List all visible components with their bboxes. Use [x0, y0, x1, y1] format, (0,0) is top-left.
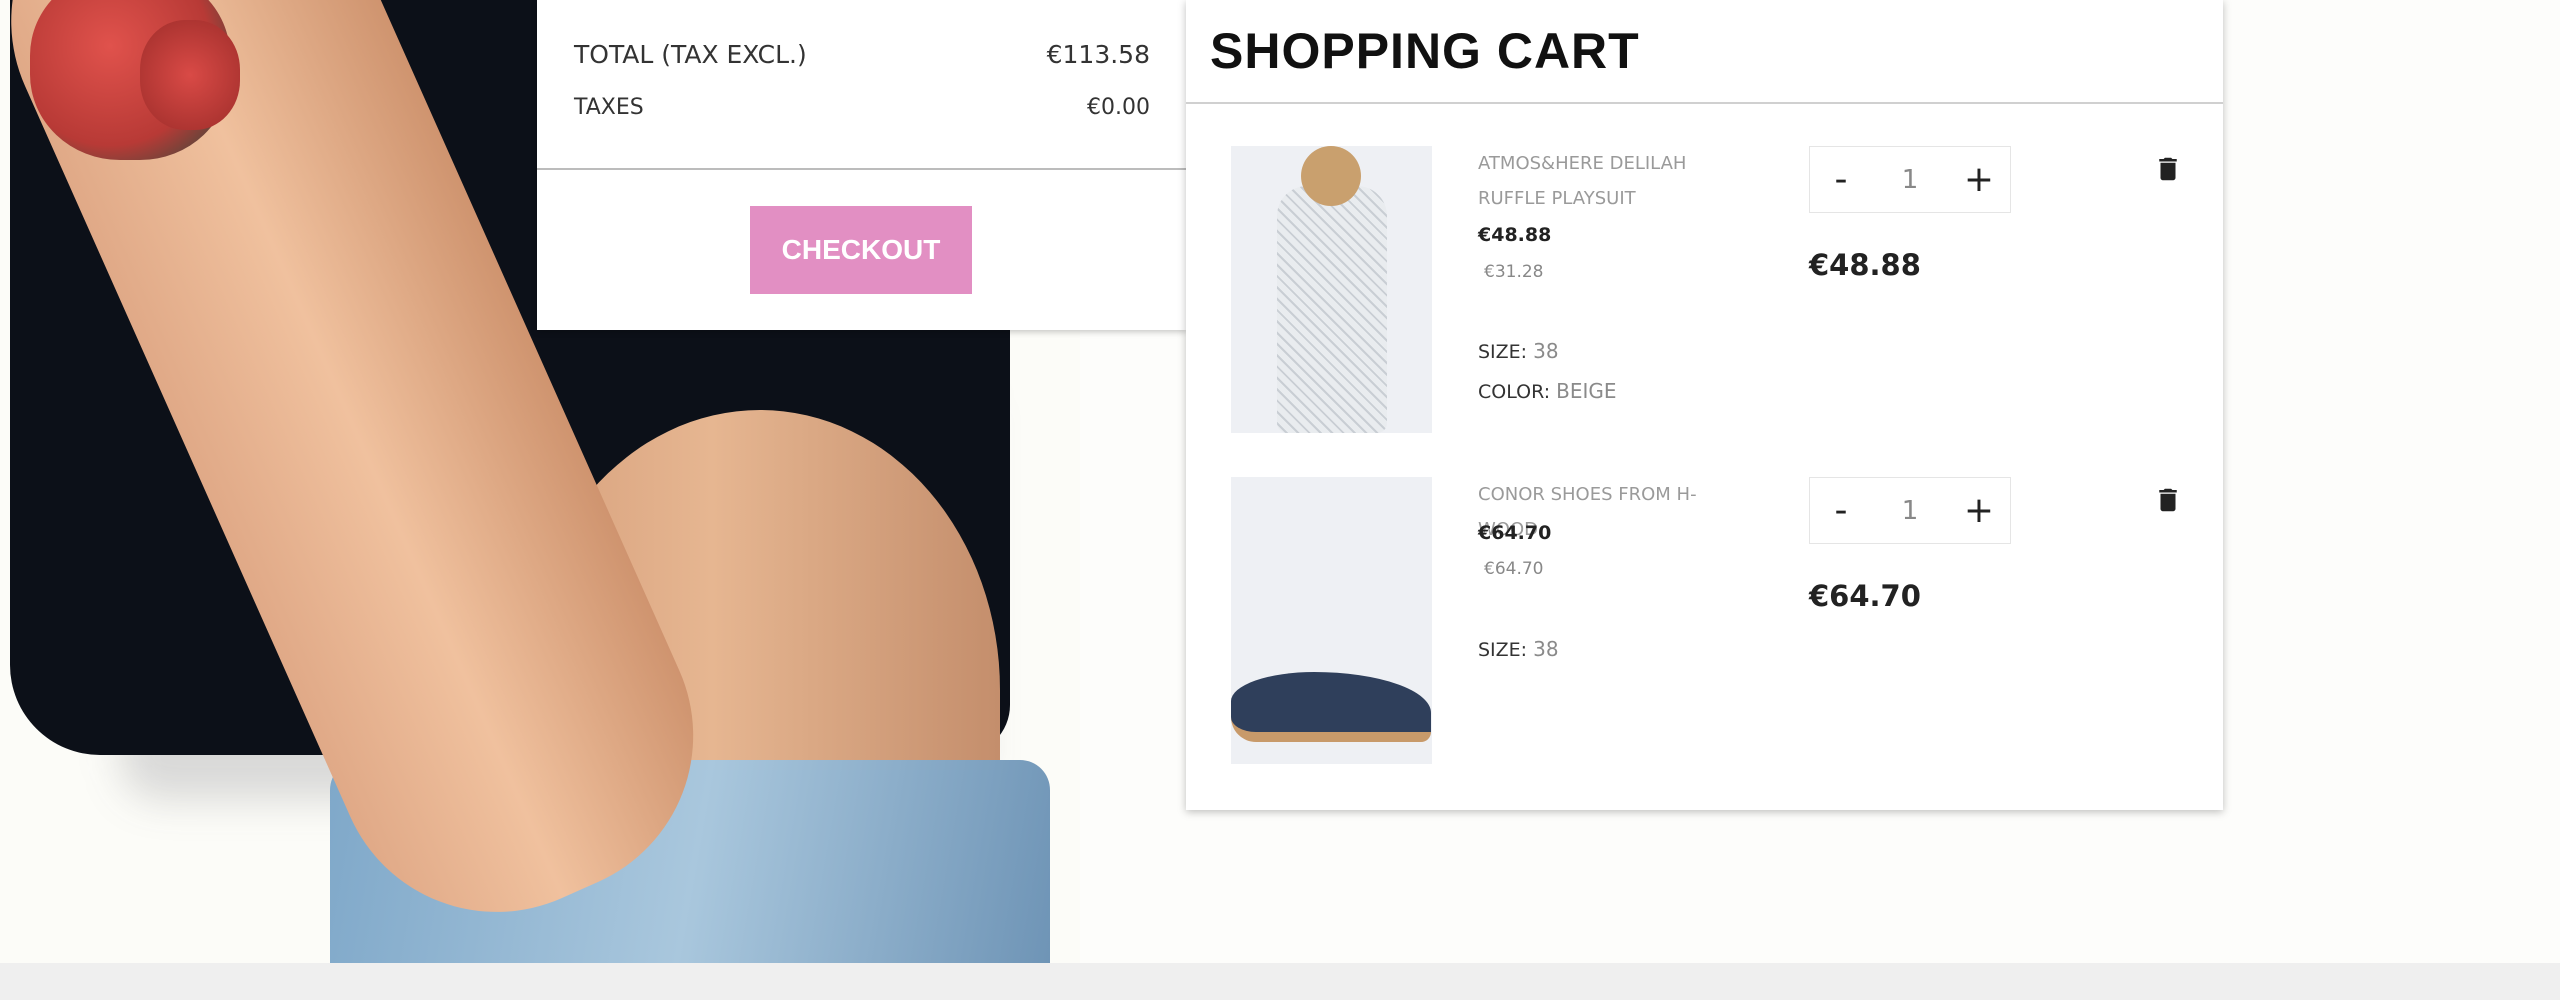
page-footer-strip [0, 963, 2560, 1000]
line-total: €64.70 [1809, 579, 1921, 613]
cart-title: SHOPPING CART [1210, 23, 1640, 79]
product-price: €48.88 [1478, 224, 1552, 246]
line-total: €48.88 [1809, 248, 1921, 282]
product-old-price: €64.70 [1484, 559, 1544, 579]
order-summary-card: TOTAL (TAX EXCL.) €113.58 TAXES €0.00 CH… [537, 0, 1187, 330]
taxes-value: €0.00 [1087, 95, 1150, 120]
increase-quantity-button[interactable]: + [1948, 478, 2010, 543]
quantity-stepper: - + [1809, 477, 2011, 544]
trash-icon[interactable] [2153, 485, 2183, 515]
summary-divider [537, 168, 1187, 170]
product-size: SIZE: 38 [1478, 637, 1559, 661]
increase-quantity-button[interactable]: + [1948, 147, 2010, 212]
product-image[interactable] [1231, 146, 1432, 433]
size-value: 38 [1533, 637, 1559, 661]
cart-divider [1186, 102, 2223, 104]
size-label: SIZE: [1478, 341, 1528, 363]
decrease-quantity-button[interactable]: - [1810, 147, 1872, 212]
size-label: SIZE: [1478, 639, 1528, 661]
trash-icon[interactable] [2153, 154, 2183, 184]
product-size: SIZE: 38 [1478, 339, 1559, 363]
photo-tattoo-detail [140, 20, 240, 130]
quantity-input[interactable] [1880, 164, 1940, 195]
taxes-row: TAXES €0.00 [574, 95, 1150, 120]
shopping-cart-panel: SHOPPING CART ATMOS&HERE DELILAH RUFFLE … [1186, 0, 2223, 810]
quantity-input[interactable] [1880, 495, 1940, 526]
taxes-label: TAXES [574, 95, 644, 120]
color-value: BEIGE [1556, 379, 1617, 403]
cart-item: CONOR SHOES FROM H-WOOD €64.70 €64.70 SI… [1186, 477, 2223, 767]
total-row: TOTAL (TAX EXCL.) €113.58 [574, 40, 1150, 69]
product-image-model [1301, 146, 1361, 206]
color-label: COLOR: [1478, 381, 1551, 403]
product-price: €64.70 [1478, 522, 1552, 544]
product-old-price: €31.28 [1484, 262, 1544, 282]
quantity-stepper: - + [1809, 146, 2011, 213]
total-label: TOTAL (TAX EXCL.) [574, 40, 807, 69]
checkout-button[interactable]: CHECKOUT [750, 206, 972, 294]
product-image-shoe [1231, 672, 1431, 742]
total-value: €113.58 [1046, 40, 1150, 69]
product-color: COLOR: BEIGE [1478, 379, 1617, 403]
decrease-quantity-button[interactable]: - [1810, 478, 1872, 543]
cart-item: ATMOS&HERE DELILAH RUFFLE PLAYSUIT €48.8… [1186, 146, 2223, 436]
size-value: 38 [1533, 339, 1559, 363]
product-name-link[interactable]: ATMOS&HERE DELILAH RUFFLE PLAYSUIT [1478, 146, 1748, 216]
product-image[interactable] [1231, 477, 1432, 764]
product-image-dress [1277, 186, 1387, 433]
